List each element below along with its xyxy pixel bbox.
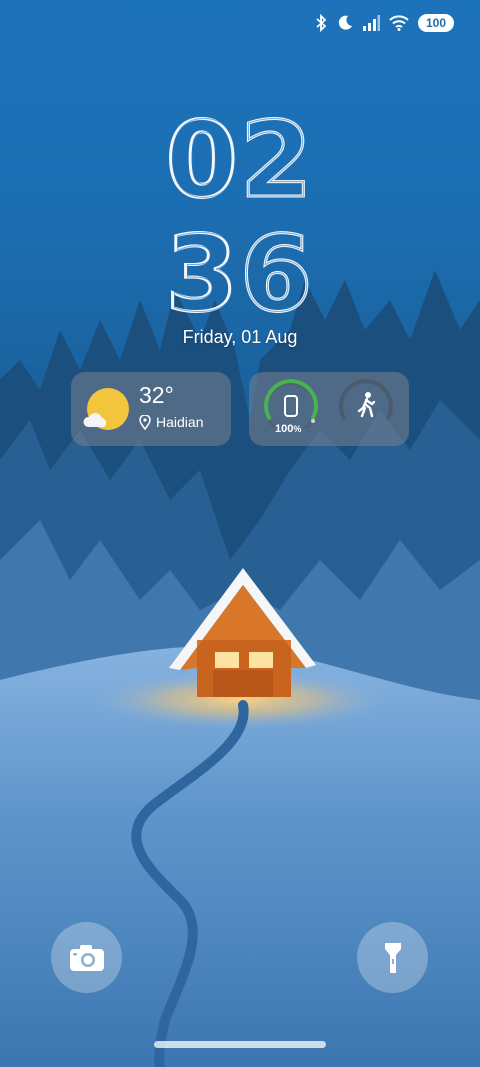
battery-gauge	[264, 379, 318, 428]
wifi-icon	[389, 15, 409, 31]
clock-digits: 02 02 36 36	[164, 103, 314, 313]
camera-shortcut-button[interactable]	[51, 922, 122, 993]
location-pin-icon	[139, 414, 151, 430]
location-label: Haidian	[156, 414, 204, 430]
cloud-icon	[83, 413, 107, 427]
battery-percent-label: 100%	[275, 423, 302, 435]
flashlight-shortcut-button[interactable]	[357, 922, 428, 993]
weather-widget[interactable]: 32° Haidian	[71, 372, 231, 446]
date-label: Friday, 01 Aug	[182, 327, 298, 347]
flashlight-icon	[384, 942, 401, 973]
home-indicator[interactable]	[154, 1041, 326, 1048]
bluetooth-icon	[316, 14, 327, 32]
status-bar: 100	[314, 10, 454, 36]
camera-icon	[69, 944, 104, 971]
moon-icon	[338, 15, 352, 30]
lockscreen-clock: 02 02 36 36	[0, 103, 480, 313]
walking-icon	[339, 379, 393, 420]
signal-icon	[363, 15, 380, 31]
temperature: 32°	[139, 382, 174, 408]
device-status-widget[interactable]: 100%	[249, 372, 409, 446]
clock-hours-stripe: 02	[168, 103, 313, 221]
location: Haidian	[139, 414, 203, 430]
battery-indicator: 100	[418, 14, 454, 32]
clock-minutes-stripe: 36	[168, 213, 313, 313]
